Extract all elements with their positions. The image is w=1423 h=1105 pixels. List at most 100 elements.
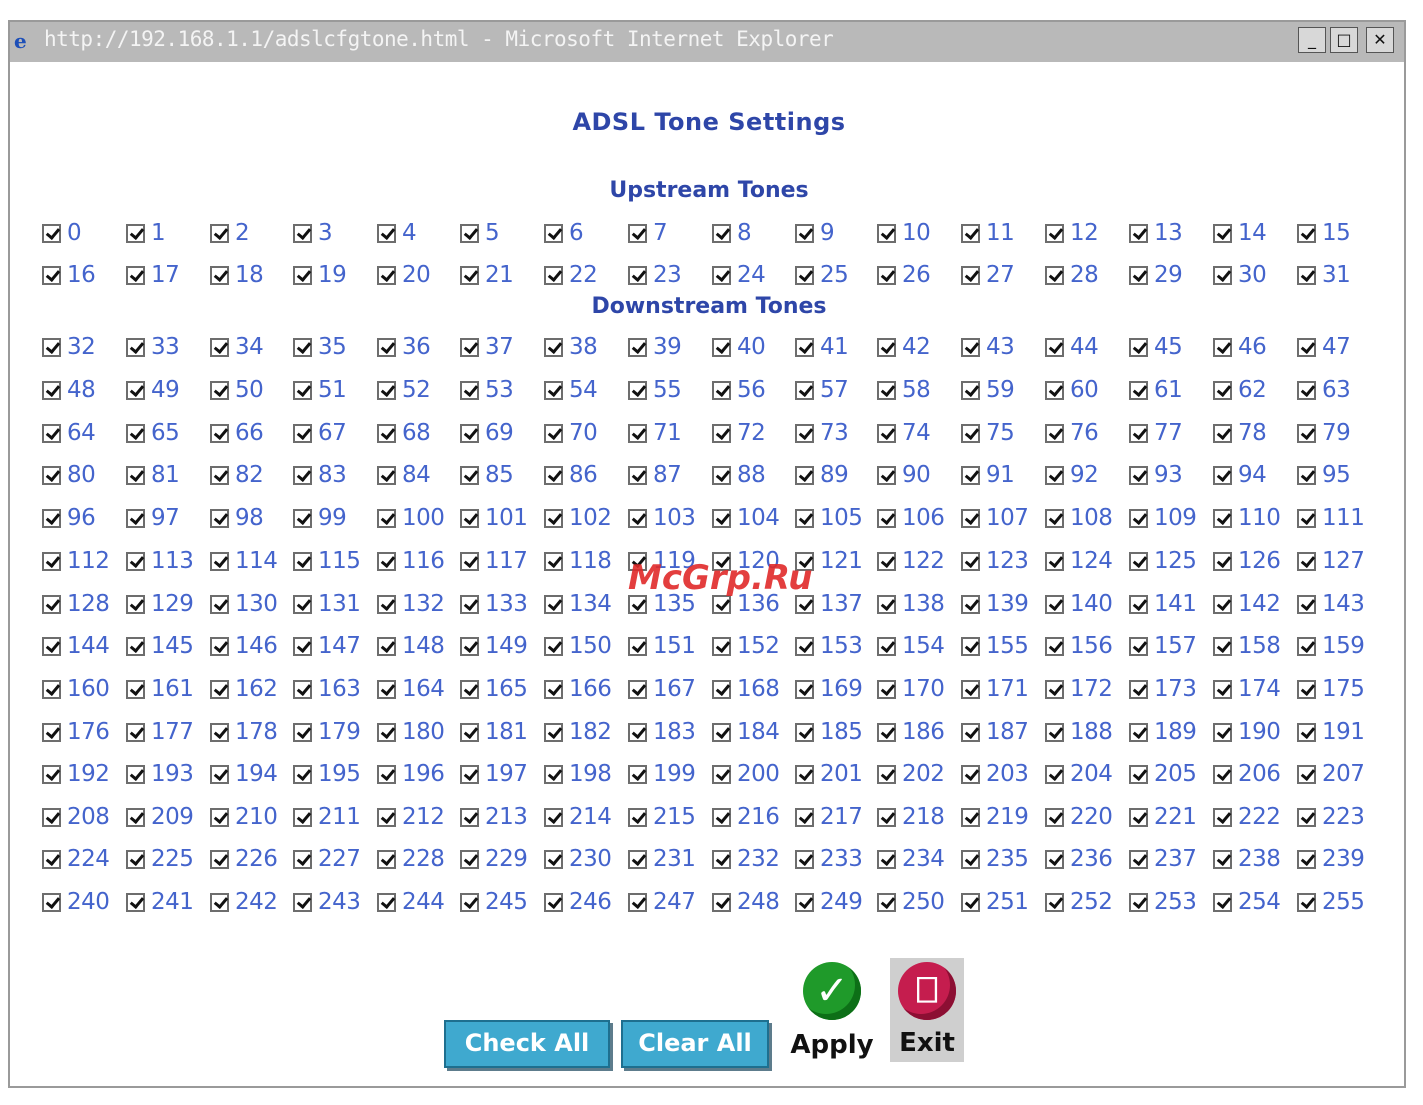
tone-128[interactable]: 128 <box>42 589 110 619</box>
tone-checkbox[interactable] <box>961 636 980 656</box>
tone-checkbox[interactable] <box>210 807 229 827</box>
tone-checkbox[interactable] <box>712 722 731 742</box>
tone-checkbox[interactable] <box>795 849 814 869</box>
tone-102[interactable]: 102 <box>544 503 612 533</box>
tone-checkbox[interactable] <box>1297 380 1316 400</box>
tone-checkbox[interactable] <box>877 265 896 285</box>
tone-205[interactable]: 205 <box>1129 759 1197 789</box>
tone-checkbox[interactable] <box>877 636 896 656</box>
tone-checkbox[interactable] <box>795 722 814 742</box>
tone-checkbox[interactable] <box>1045 807 1064 827</box>
tone-247[interactable]: 247 <box>628 887 696 917</box>
tone-207[interactable]: 207 <box>1297 759 1365 789</box>
tone-checkbox[interactable] <box>210 223 229 243</box>
tone-192[interactable]: 192 <box>42 759 110 789</box>
tone-37[interactable]: 37 <box>460 332 514 362</box>
tone-checkbox[interactable] <box>795 679 814 699</box>
tone-68[interactable]: 68 <box>377 418 431 448</box>
tone-123[interactable]: 123 <box>961 546 1029 576</box>
tone-checkbox[interactable] <box>1297 722 1316 742</box>
tone-8[interactable]: 8 <box>712 218 752 248</box>
tone-246[interactable]: 246 <box>544 887 612 917</box>
tone-checkbox[interactable] <box>1297 764 1316 784</box>
tone-87[interactable]: 87 <box>628 460 682 490</box>
tone-142[interactable]: 142 <box>1213 589 1281 619</box>
tone-197[interactable]: 197 <box>460 759 528 789</box>
tone-checkbox[interactable] <box>1045 265 1064 285</box>
tone-155[interactable]: 155 <box>961 631 1029 661</box>
tone-86[interactable]: 86 <box>544 460 598 490</box>
tone-186[interactable]: 186 <box>877 717 945 747</box>
tone-62[interactable]: 62 <box>1213 375 1267 405</box>
tone-156[interactable]: 156 <box>1045 631 1113 661</box>
tone-226[interactable]: 226 <box>210 844 278 874</box>
tone-checkbox[interactable] <box>712 380 731 400</box>
tone-checkbox[interactable] <box>460 465 479 485</box>
tone-91[interactable]: 91 <box>961 460 1015 490</box>
tone-64[interactable]: 64 <box>42 418 96 448</box>
tone-checkbox[interactable] <box>42 764 61 784</box>
tone-checkbox[interactable] <box>460 508 479 528</box>
tone-checkbox[interactable] <box>961 223 980 243</box>
tone-114[interactable]: 114 <box>210 546 278 576</box>
tone-45[interactable]: 45 <box>1129 332 1183 362</box>
tone-checkbox[interactable] <box>1045 423 1064 443</box>
tone-checkbox[interactable] <box>460 265 479 285</box>
tone-checkbox[interactable] <box>877 465 896 485</box>
tone-23[interactable]: 23 <box>628 260 682 290</box>
tone-checkbox[interactable] <box>544 807 563 827</box>
tone-248[interactable]: 248 <box>712 887 780 917</box>
tone-57[interactable]: 57 <box>795 375 849 405</box>
tone-15[interactable]: 15 <box>1297 218 1351 248</box>
tone-208[interactable]: 208 <box>42 802 110 832</box>
tone-checkbox[interactable] <box>377 722 396 742</box>
tone-checkbox[interactable] <box>210 594 229 614</box>
tone-168[interactable]: 168 <box>712 674 780 704</box>
tone-checkbox[interactable] <box>126 465 145 485</box>
tone-checkbox[interactable] <box>1129 594 1148 614</box>
tone-39[interactable]: 39 <box>628 332 682 362</box>
tone-checkbox[interactable] <box>1129 807 1148 827</box>
tone-checkbox[interactable] <box>961 807 980 827</box>
tone-checkbox[interactable] <box>961 849 980 869</box>
tone-checkbox[interactable] <box>1213 849 1232 869</box>
tone-checkbox[interactable] <box>877 380 896 400</box>
tone-checkbox[interactable] <box>1213 380 1232 400</box>
tone-255[interactable]: 255 <box>1297 887 1365 917</box>
tone-213[interactable]: 213 <box>460 802 528 832</box>
tone-127[interactable]: 127 <box>1297 546 1365 576</box>
check-all-button[interactable]: Check All <box>444 1020 610 1068</box>
tone-72[interactable]: 72 <box>712 418 766 448</box>
tone-checkbox[interactable] <box>210 892 229 912</box>
tone-5[interactable]: 5 <box>460 218 500 248</box>
tone-checkbox[interactable] <box>1297 265 1316 285</box>
tone-189[interactable]: 189 <box>1129 717 1197 747</box>
tone-0[interactable]: 0 <box>42 218 82 248</box>
tone-checkbox[interactable] <box>1045 679 1064 699</box>
tone-checkbox[interactable] <box>126 423 145 443</box>
tone-checkbox[interactable] <box>628 223 647 243</box>
tone-checkbox[interactable] <box>42 807 61 827</box>
tone-195[interactable]: 195 <box>293 759 361 789</box>
tone-174[interactable]: 174 <box>1213 674 1281 704</box>
tone-97[interactable]: 97 <box>126 503 180 533</box>
exit-button[interactable]: ⎕ Exit <box>890 958 964 1062</box>
tone-203[interactable]: 203 <box>961 759 1029 789</box>
tone-108[interactable]: 108 <box>1045 503 1113 533</box>
tone-checkbox[interactable] <box>42 722 61 742</box>
tone-checkbox[interactable] <box>126 722 145 742</box>
tone-checkbox[interactable] <box>795 764 814 784</box>
tone-150[interactable]: 150 <box>544 631 612 661</box>
tone-checkbox[interactable] <box>293 849 312 869</box>
tone-checkbox[interactable] <box>795 807 814 827</box>
tone-200[interactable]: 200 <box>712 759 780 789</box>
tone-checkbox[interactable] <box>961 465 980 485</box>
tone-checkbox[interactable] <box>877 807 896 827</box>
tone-checkbox[interactable] <box>712 764 731 784</box>
close-button[interactable]: ✕ <box>1366 27 1394 53</box>
tone-235[interactable]: 235 <box>961 844 1029 874</box>
tone-30[interactable]: 30 <box>1213 260 1267 290</box>
tone-144[interactable]: 144 <box>42 631 110 661</box>
tone-140[interactable]: 140 <box>1045 589 1113 619</box>
tone-139[interactable]: 139 <box>961 589 1029 619</box>
